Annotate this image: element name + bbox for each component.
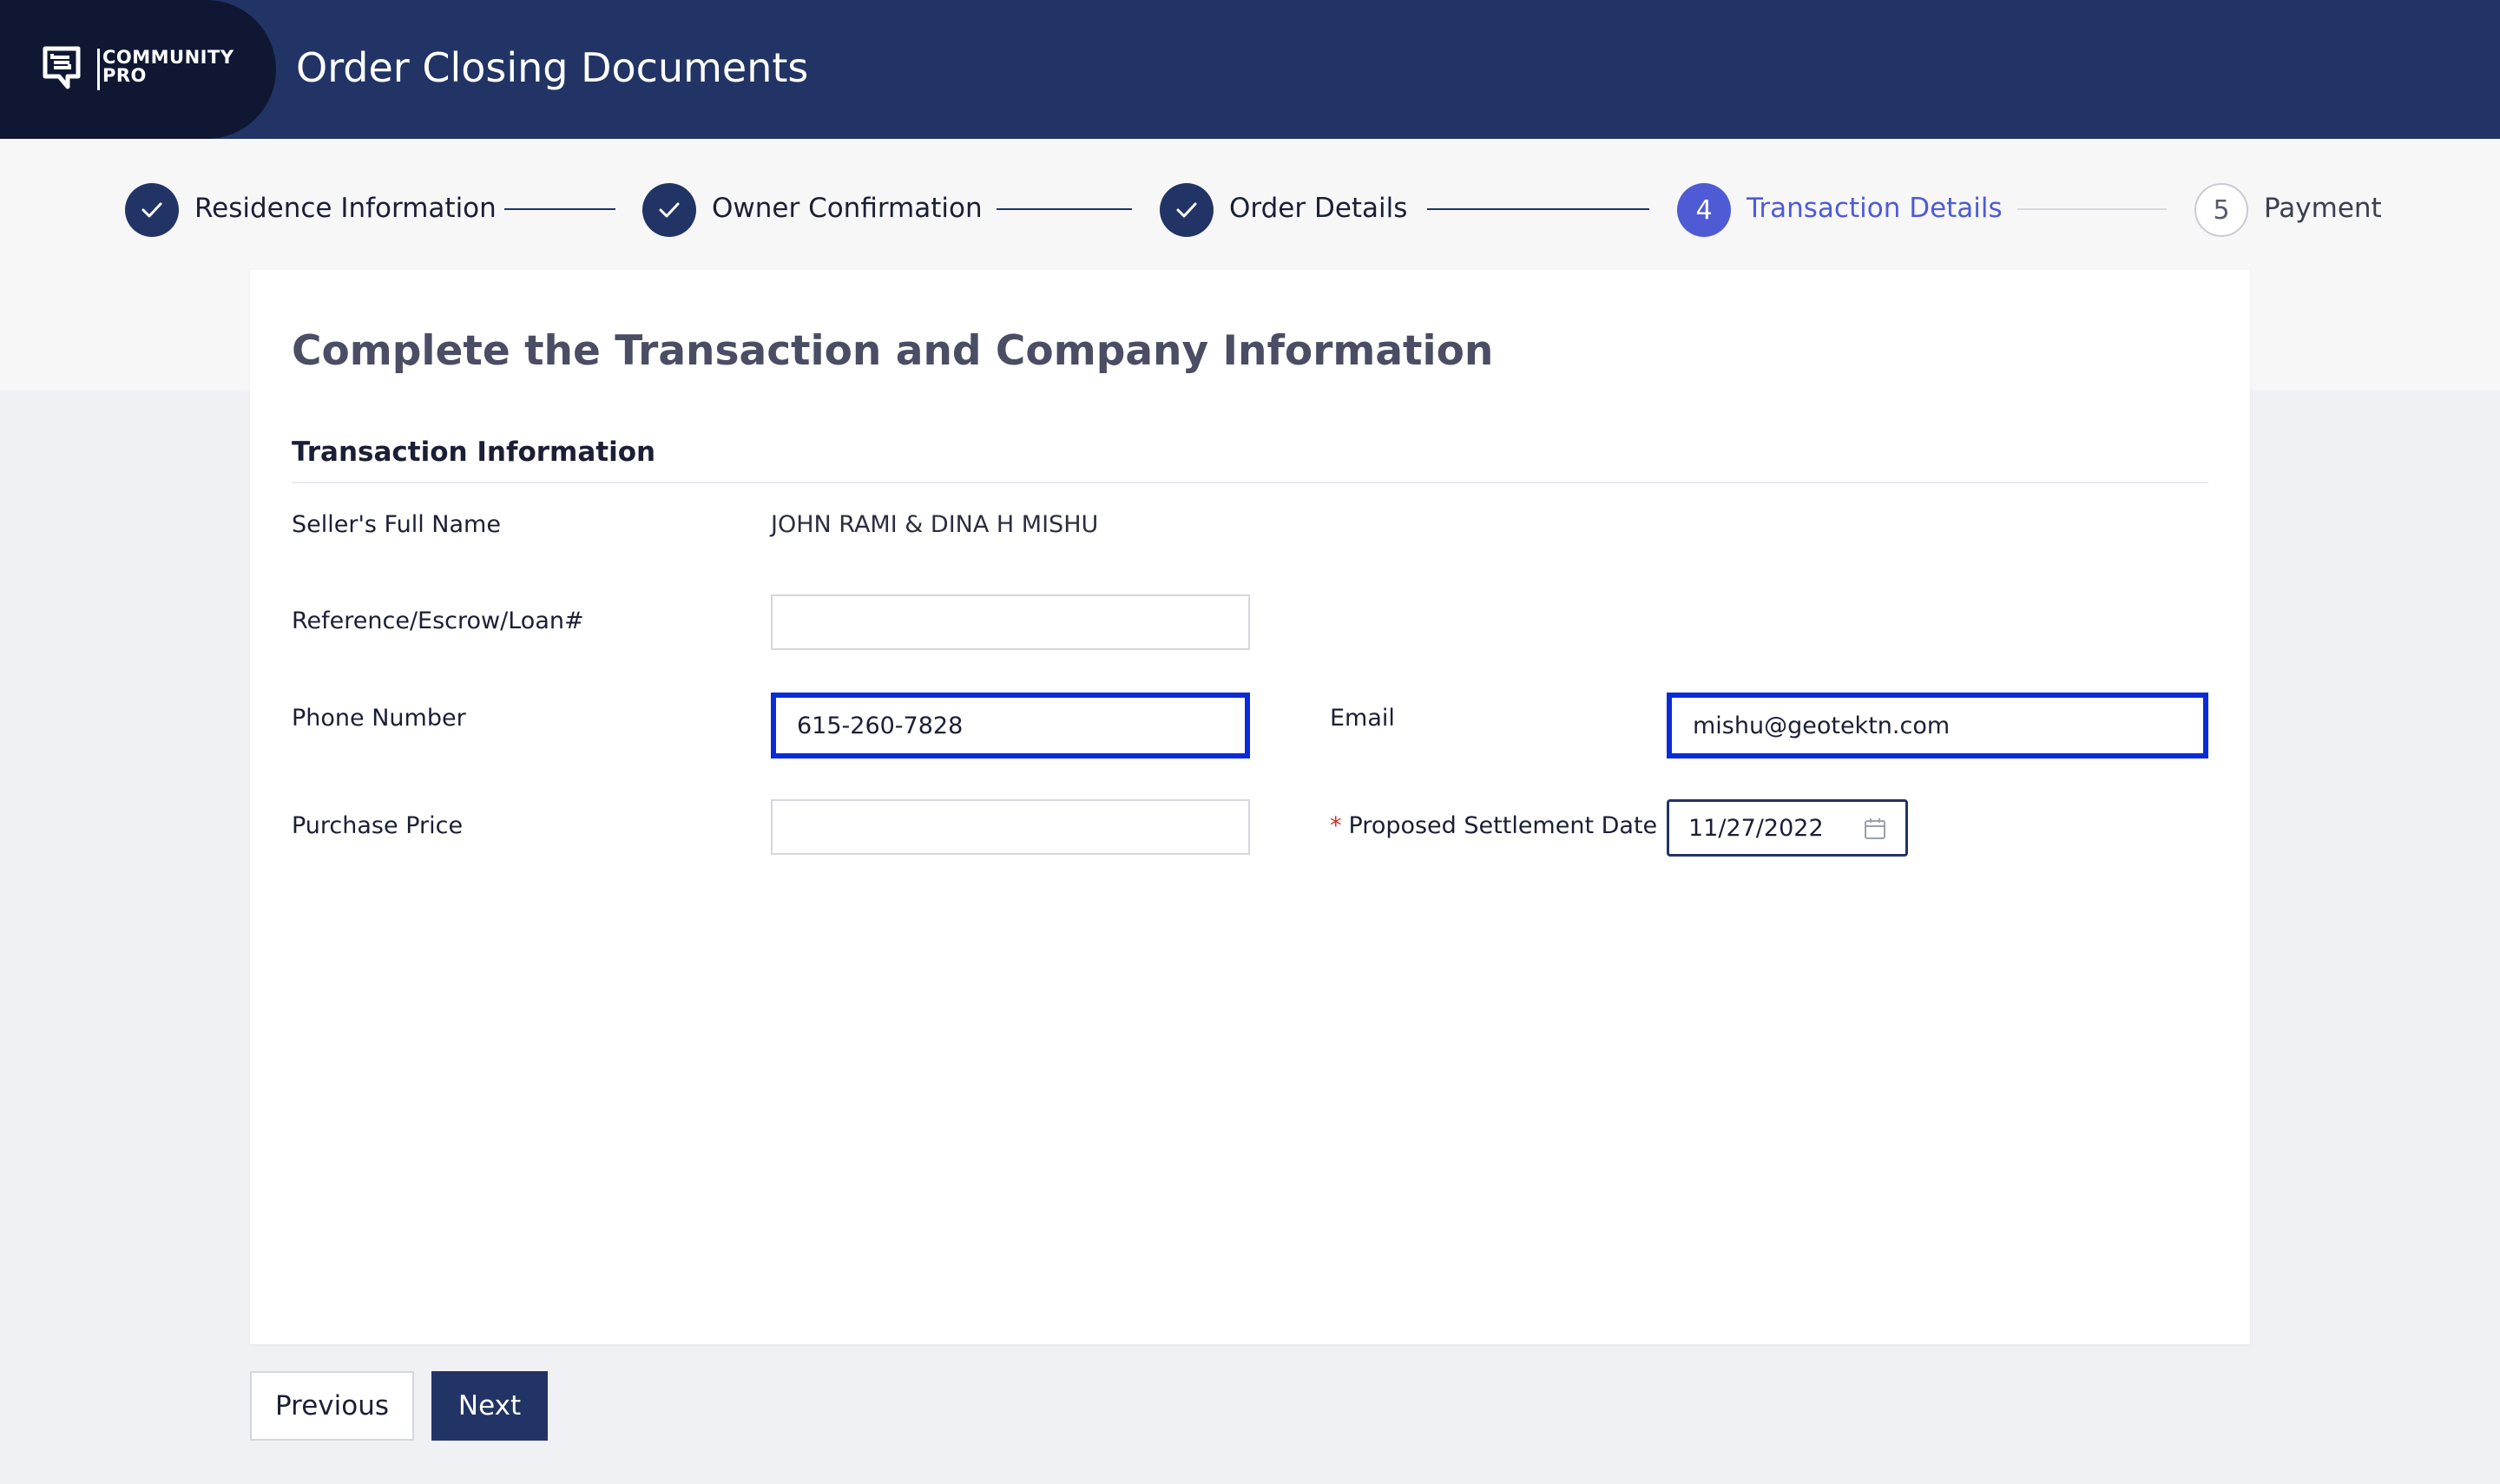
check-icon: [141, 202, 162, 218]
settlement-date-label-text: Proposed Settlement Date: [1348, 812, 1658, 839]
phone-number-input[interactable]: [771, 693, 1250, 758]
step-3-complete-indicator: [1160, 183, 1214, 237]
seller-name-value: JOHN RAMI & DINA H MISHU: [771, 511, 1099, 538]
step-1-complete-indicator: [125, 183, 179, 237]
step-1-label[interactable]: Residence Information: [194, 191, 497, 226]
step-2-complete-indicator: [642, 183, 696, 237]
logo-wordmark: COMMUNITY PRO: [102, 49, 234, 85]
logo-divider: [97, 49, 100, 90]
logo[interactable]: COMMUNITY PRO: [0, 0, 276, 139]
phone-number-label: Phone Number: [292, 705, 466, 732]
settlement-date-value: 11/27/2022: [1688, 815, 1824, 842]
email-label: Email: [1330, 705, 1395, 732]
section-divider: [292, 482, 2208, 483]
reference-label: Reference/Escrow/Loan#: [292, 607, 584, 634]
step-connector-2: [997, 208, 1132, 210]
logo-line-2: PRO: [102, 65, 147, 86]
settlement-date-label: * Proposed Settlement Date: [1330, 811, 1657, 842]
transaction-form-card: Complete the Transaction and Company Inf…: [250, 270, 2250, 1344]
form-title: Complete the Transaction and Company Inf…: [292, 327, 1494, 375]
step-5-label[interactable]: Payment: [2264, 191, 2382, 226]
reference-escrow-loan-input[interactable]: [771, 594, 1250, 650]
purchase-price-input[interactable]: [771, 799, 1250, 855]
step-2-label[interactable]: Owner Confirmation: [712, 191, 983, 226]
step-connector-4: [2017, 208, 2167, 210]
page-title: Order Closing Documents: [296, 44, 809, 91]
step-4-label[interactable]: Transaction Details: [1747, 191, 2003, 226]
step-connector-1: [504, 208, 615, 210]
community-pro-logo-icon: [43, 46, 81, 89]
seller-name-label: Seller's Full Name: [292, 511, 501, 538]
check-icon: [1176, 202, 1197, 218]
email-input[interactable]: [1667, 693, 2208, 758]
step-4-number: 4: [1677, 183, 1731, 237]
settlement-date-picker[interactable]: 11/27/2022: [1667, 799, 1908, 857]
logo-line-1: COMMUNITY: [102, 47, 234, 68]
purchase-price-label: Purchase Price: [292, 812, 464, 839]
required-marker: *: [1330, 812, 1342, 839]
previous-button[interactable]: Previous: [250, 1371, 414, 1441]
step-connector-3: [1427, 208, 1649, 210]
next-button[interactable]: Next: [431, 1371, 548, 1441]
step-3-label[interactable]: Order Details: [1229, 191, 1407, 226]
app-header: COMMUNITY PRO Order Closing Documents: [0, 0, 2500, 139]
check-icon: [659, 202, 680, 218]
calendar-icon[interactable]: [1864, 818, 1886, 840]
section-title-transaction-information: Transaction Information: [292, 437, 656, 468]
step-5-number: 5: [2194, 183, 2248, 237]
